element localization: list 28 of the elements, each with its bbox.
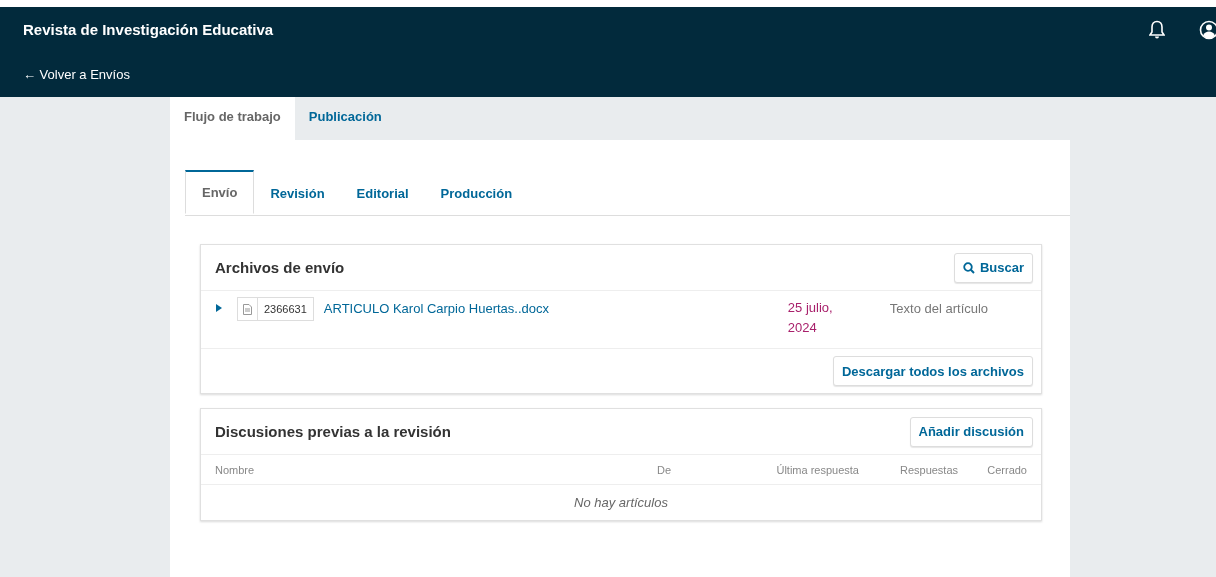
search-button[interactable]: Buscar: [953, 252, 1033, 283]
file-type: Texto del artículo: [889, 301, 989, 316]
back-link[interactable]: ← Volver a Envíos: [23, 67, 130, 82]
column-header: Última respuesta: [775, 463, 860, 476]
card-title: Discusiones previas a la revisión: [215, 423, 451, 440]
column-header: De: [655, 463, 673, 476]
add-discussion-button[interactable]: Añadir discusión: [909, 416, 1033, 447]
user-icon[interactable]: [1199, 20, 1216, 40]
expand-icon[interactable]: [215, 304, 223, 312]
document-icon: [243, 303, 252, 315]
tab[interactable]: Editorial: [340, 170, 425, 215]
empty-message: No hay artículos: [573, 494, 669, 512]
tab[interactable]: Flujo de trabajo: [170, 97, 295, 140]
card-title: Archivos de envío: [215, 259, 345, 276]
tab[interactable]: Publicación: [294, 97, 396, 140]
download-all-button[interactable]: Descargar todos los archivos: [832, 356, 1033, 386]
tab[interactable]: Envío: [185, 170, 255, 214]
column-header: Nombre: [215, 463, 256, 476]
tab[interactable]: Producción: [424, 170, 529, 215]
search-icon: [962, 261, 975, 274]
file-id: 2366631: [257, 298, 313, 320]
file-date: 25 julio, 2024: [787, 299, 834, 337]
column-header: Respuestas: [898, 463, 960, 476]
column-header: Cerrado: [986, 463, 1027, 476]
tab[interactable]: Revisión: [254, 170, 341, 215]
bell-icon[interactable]: [1149, 20, 1165, 40]
file-link[interactable]: ARTICULO Karol Carpio Huertas..docx: [323, 301, 778, 316]
journal-title: Revista de Investigación Educativa: [23, 21, 274, 38]
